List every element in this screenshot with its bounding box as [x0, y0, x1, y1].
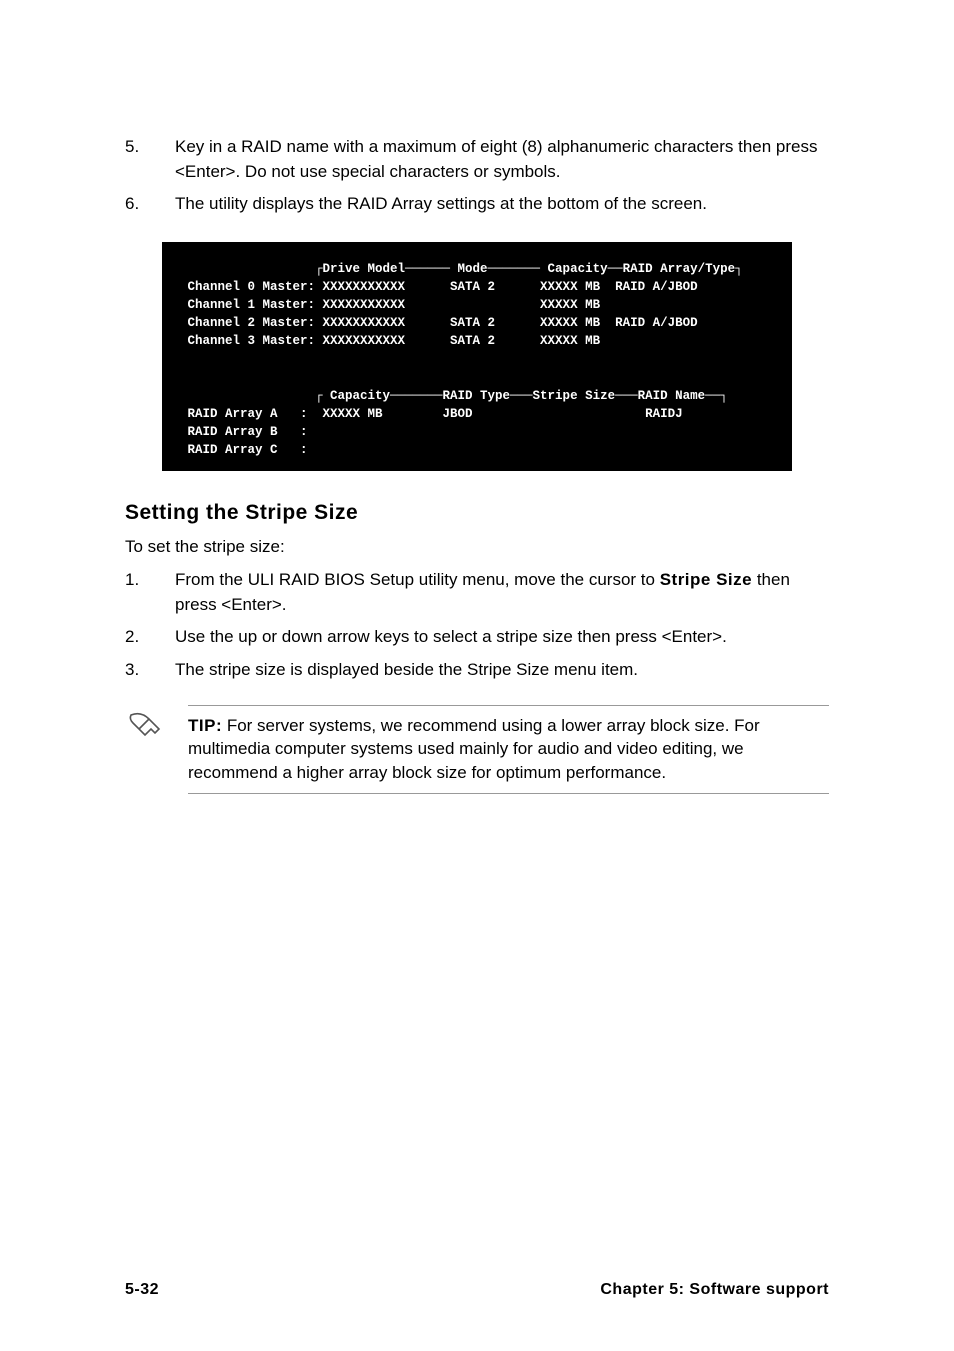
- stripe-step-1: 1. From the ULI RAID BIOS Setup utility …: [125, 568, 829, 617]
- step-5: 5. Key in a RAID name with a maximum of …: [125, 135, 829, 184]
- step-6: 6. The utility displays the RAID Array s…: [125, 192, 829, 217]
- chapter-label: Chapter 5: Software support: [600, 1281, 829, 1299]
- step-number: 5.: [125, 135, 175, 184]
- page-number: 5-32: [125, 1281, 159, 1299]
- bios-header: ┌Drive Model────── Mode─────── Capacity─…: [180, 262, 743, 276]
- bios-row: Channel 3 Master: XXXXXXXXXXX SATA 2 XXX…: [180, 334, 600, 348]
- step-number: 3.: [125, 658, 175, 683]
- bios-header2: ┌ Capacity───────RAID Type───Stripe Size…: [180, 389, 728, 403]
- pencil-icon: [125, 705, 170, 754]
- bios-row: RAID Array B :: [180, 425, 308, 439]
- bold-term: Stripe Size: [660, 570, 752, 589]
- step-text: From the ULI RAID BIOS Setup utility men…: [175, 568, 829, 617]
- step-text: The stripe size is displayed beside the …: [175, 658, 829, 683]
- step-text: Use the up or down arrow keys to select …: [175, 625, 829, 650]
- page-footer: 5-32 Chapter 5: Software support: [125, 1281, 829, 1299]
- bios-row: RAID Array C :: [180, 443, 308, 457]
- section-intro: To set the stripe size:: [125, 535, 829, 560]
- bios-screenshot: ┌Drive Model────── Mode─────── Capacity─…: [162, 242, 792, 471]
- section-heading: Setting the Stripe Size: [125, 501, 829, 525]
- step-text: The utility displays the RAID Array sett…: [175, 192, 829, 217]
- step-number: 1.: [125, 568, 175, 617]
- tip-text: TIP: For server systems, we recommend us…: [188, 705, 829, 794]
- bios-row: Channel 2 Master: XXXXXXXXXXX SATA 2 XXX…: [180, 316, 698, 330]
- tip-label: TIP:: [188, 716, 222, 735]
- stripe-step-3: 3. The stripe size is displayed beside t…: [125, 658, 829, 683]
- step-text: Key in a RAID name with a maximum of eig…: [175, 135, 829, 184]
- tip-callout: TIP: For server systems, we recommend us…: [125, 705, 829, 794]
- bios-row: Channel 0 Master: XXXXXXXXXXX SATA 2 XXX…: [180, 280, 698, 294]
- bios-row: RAID Array A : XXXXX MB JBOD RAIDJ: [180, 407, 683, 421]
- step-number: 2.: [125, 625, 175, 650]
- step-number: 6.: [125, 192, 175, 217]
- bios-row: Channel 1 Master: XXXXXXXXXXX XXXXX MB: [180, 298, 600, 312]
- stripe-step-2: 2. Use the up or down arrow keys to sele…: [125, 625, 829, 650]
